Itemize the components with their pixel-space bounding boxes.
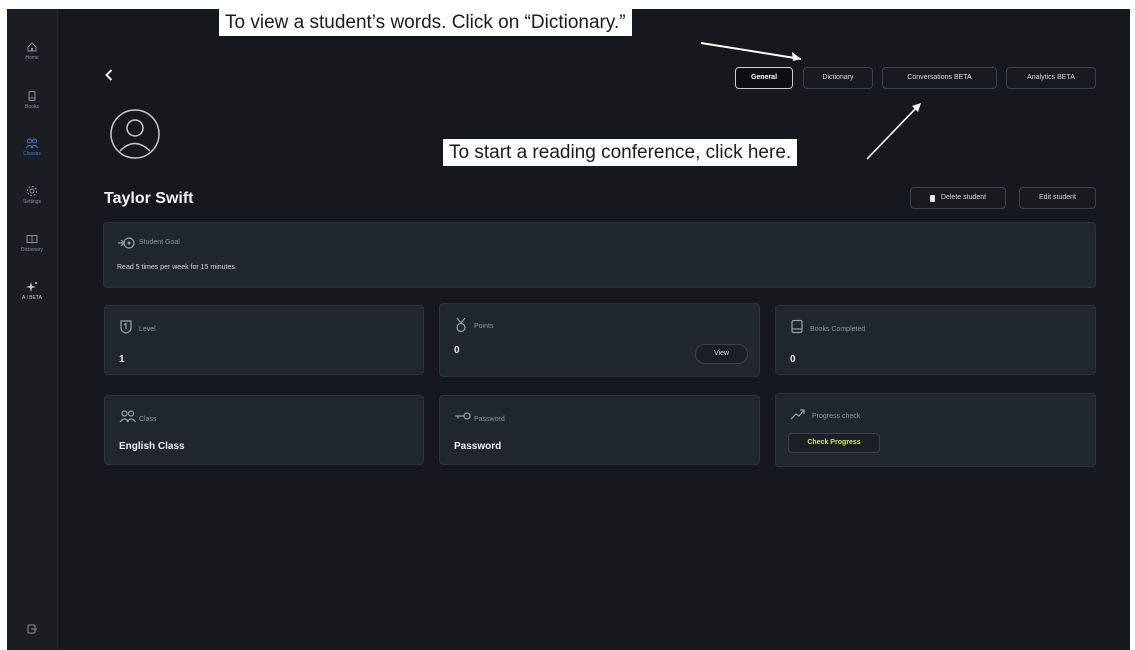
shield-icon — [120, 320, 132, 334]
book-icon — [791, 319, 803, 334]
arrow-to-conversations-icon — [866, 103, 921, 160]
student-name: Taylor Swift — [104, 190, 194, 207]
class-label: Class — [139, 416, 157, 423]
points-card: Points 0 View — [439, 303, 760, 377]
sidebar: Home Books Classes Settings Dictionary A… — [7, 9, 58, 650]
delete-student-label: Delete student — [940, 194, 987, 201]
level-label: Level — [139, 326, 156, 333]
tab-conversations[interactable]: Conversations BETA — [882, 67, 997, 89]
sidebar-item-label: A I BETA — [22, 295, 42, 301]
main-content: Taylor Swift General Dictionary Conversa… — [57, 9, 1130, 650]
view-points-button[interactable]: View — [695, 344, 748, 364]
edit-student-button[interactable]: Edit student — [1019, 187, 1096, 209]
sidebar-item-label: Dictionary — [20, 247, 44, 253]
trash-icon — [929, 194, 935, 202]
goal-text: Read 5 times per week for 15 minutes. — [117, 264, 237, 271]
app-window: Home Books Classes Settings Dictionary A… — [7, 9, 1130, 650]
sidebar-item-label: Books — [25, 104, 39, 110]
level-card: Level 1 — [104, 305, 424, 375]
sidebar-item-label: Home — [25, 55, 39, 61]
tab-dictionary[interactable]: Dictionary — [803, 67, 873, 89]
level-value: 1 — [119, 354, 125, 365]
books-completed-label: Books Completed — [810, 326, 866, 333]
books-completed-card: Books Completed 0 — [775, 305, 1096, 375]
sidebar-item-dictionary[interactable]: Dictionary — [7, 233, 57, 253]
sidebar-item-books[interactable]: Books — [7, 90, 57, 110]
password-value: Password — [454, 441, 502, 452]
trend-icon — [790, 409, 805, 420]
avatar-icon — [110, 109, 160, 159]
progress-check-card: Progress check Check Progress — [775, 393, 1096, 467]
password-label: Password — [474, 416, 505, 423]
sidebar-item-ai[interactable]: A I BETA — [7, 281, 57, 301]
conference-instruction: To start a reading conference, click her… — [443, 139, 798, 166]
medal-icon — [456, 317, 466, 333]
class-value: English Class — [119, 441, 185, 452]
points-label: Points — [474, 323, 494, 330]
logout-button[interactable] — [7, 623, 57, 635]
sidebar-item-home[interactable]: Home — [7, 41, 57, 61]
delete-student-button[interactable]: Delete student — [910, 187, 1006, 209]
home-icon — [27, 42, 37, 52]
key-icon — [455, 412, 471, 420]
tab-analytics[interactable]: Analytics BETA — [1006, 67, 1096, 89]
progress-check-label: Progress check — [812, 413, 861, 420]
logout-icon — [27, 624, 37, 634]
sidebar-item-label: Classes — [23, 151, 41, 157]
people-icon — [25, 138, 39, 149]
open-book-icon — [26, 235, 38, 244]
arrow-to-dictionary-icon — [700, 42, 802, 61]
gear-icon — [27, 186, 37, 196]
points-value: 0 — [454, 345, 460, 356]
tab-general[interactable]: General — [735, 67, 793, 89]
goal-target-icon — [118, 237, 135, 249]
back-chevron-icon[interactable] — [103, 68, 115, 82]
book-icon — [28, 91, 36, 101]
password-card: Password Password — [439, 395, 760, 465]
student-goal-card: Student Goal Read 5 times per week for 1… — [103, 222, 1096, 288]
sidebar-item-label: Settings — [22, 199, 42, 205]
goal-label: Student Goal — [139, 239, 180, 246]
people-icon — [119, 410, 136, 423]
sidebar-item-classes[interactable]: Classes — [7, 137, 57, 157]
sparkle-icon — [26, 282, 37, 292]
check-progress-button[interactable]: Check Progress — [788, 433, 880, 453]
class-card: Class English Class — [104, 395, 424, 465]
books-completed-value: 0 — [790, 354, 796, 365]
dictionary-instruction: To view a student’s words. Click on “Dic… — [219, 9, 632, 36]
sidebar-item-settings[interactable]: Settings — [7, 185, 57, 205]
